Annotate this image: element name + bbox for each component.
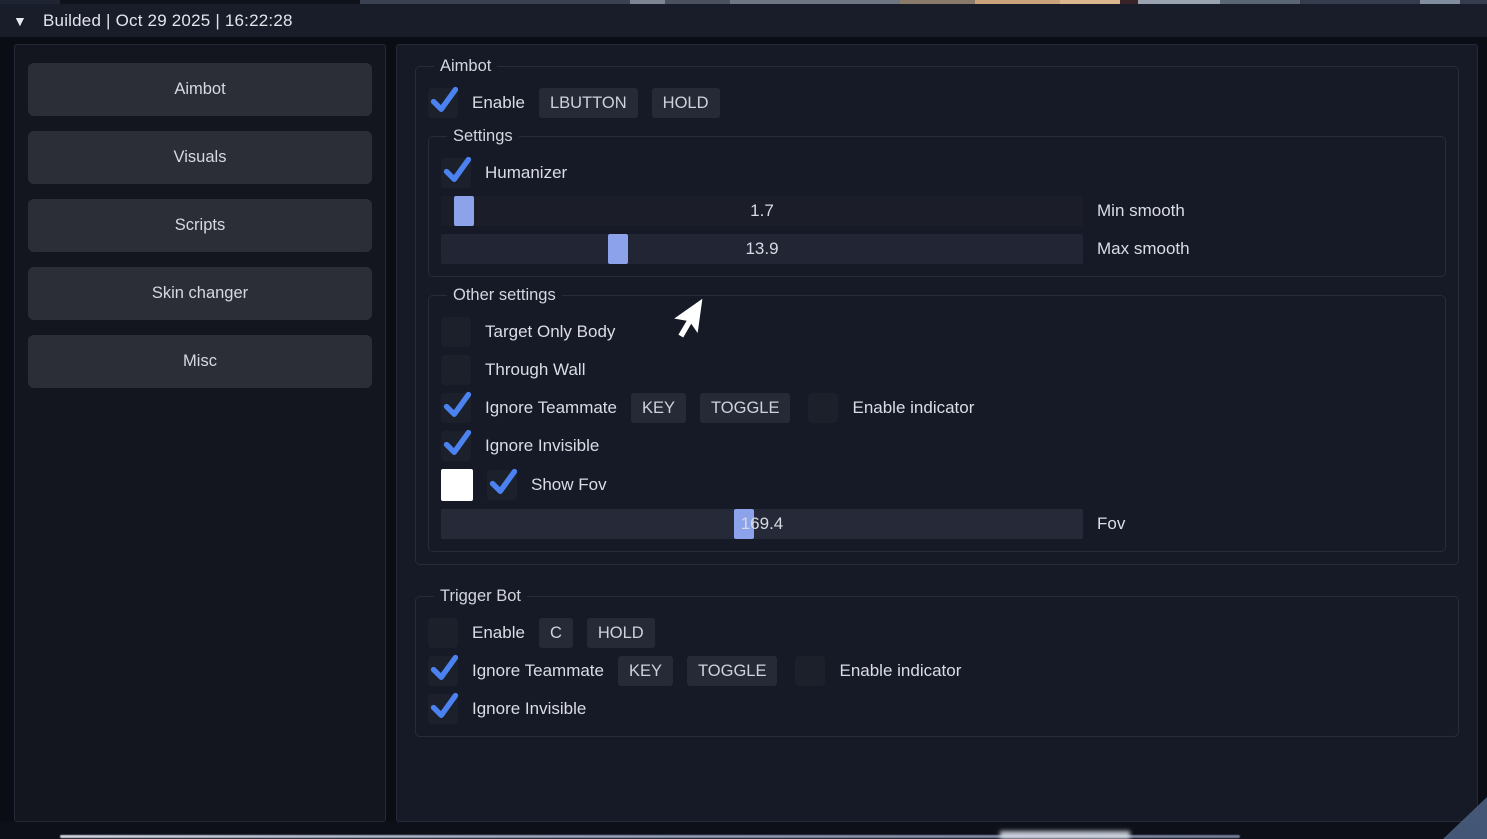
humanizer-checkbox[interactable] xyxy=(441,158,471,188)
through-wall-row: Through Wall xyxy=(441,355,1433,385)
trigger-enable-checkbox[interactable] xyxy=(428,618,458,648)
aimbot-group: Aimbot Enable LBUTTON HOLD Settings Huma… xyxy=(415,57,1459,565)
check-icon xyxy=(427,689,462,724)
aimbot-enable-row: Enable LBUTTON HOLD xyxy=(428,88,1446,118)
fov-label: Fov xyxy=(1083,514,1433,534)
max-smooth-slider[interactable]: 13.9 xyxy=(441,234,1083,264)
settings-group: Settings Humanizer 1.7 Min smooth xyxy=(428,127,1446,277)
aimbot-group-title: Aimbot xyxy=(434,57,497,76)
max-smooth-row: 13.9 Max smooth xyxy=(441,234,1433,264)
check-icon xyxy=(440,153,475,188)
other-settings-group-title: Other settings xyxy=(447,286,562,305)
humanizer-row: Humanizer xyxy=(441,158,1433,188)
show-fov-row: Show Fov xyxy=(441,469,1433,501)
fov-row: 169.4 Fov xyxy=(441,509,1433,539)
aimbot-ignore-teammate-checkbox[interactable] xyxy=(441,393,471,423)
sidebar-item-misc[interactable]: Misc xyxy=(28,335,372,388)
trigger-bot-group: Trigger Bot Enable C HOLD Ignore Teammat… xyxy=(415,587,1459,737)
aimbot-keybind-button[interactable]: LBUTTON xyxy=(539,88,638,118)
check-icon xyxy=(427,651,462,686)
check-icon xyxy=(427,83,462,118)
trigger-keybind-button[interactable]: C xyxy=(539,618,573,648)
min-smooth-label: Min smooth xyxy=(1083,201,1433,221)
target-only-body-label: Target Only Body xyxy=(485,322,615,342)
show-fov-checkbox[interactable] xyxy=(487,470,517,500)
fov-value: 169.4 xyxy=(441,509,1083,539)
min-smooth-value: 1.7 xyxy=(441,196,1083,226)
window-title: Builded | Oct 29 2025 | 16:22:28 xyxy=(43,11,293,31)
trigger-enable-row: Enable C HOLD xyxy=(428,618,1446,648)
aimbot-enable-checkbox[interactable] xyxy=(428,88,458,118)
target-only-body-row: Target Only Body xyxy=(441,317,1433,347)
fov-color-swatch[interactable] xyxy=(441,469,473,501)
trigger-ignore-teammate-row: Ignore Teammate KEY TOGGLE Enable indica… xyxy=(428,656,1446,686)
humanizer-label: Humanizer xyxy=(485,163,567,183)
aimbot-ignore-invisible-checkbox[interactable] xyxy=(441,431,471,461)
through-wall-checkbox[interactable] xyxy=(441,355,471,385)
settings-group-title: Settings xyxy=(447,127,519,146)
min-smooth-row: 1.7 Min smooth xyxy=(441,196,1433,226)
aimbot-enable-label: Enable xyxy=(472,93,525,113)
max-smooth-value: 13.9 xyxy=(441,234,1083,264)
aimbot-ignore-invisible-label: Ignore Invisible xyxy=(485,436,599,456)
sidebar-item-visuals[interactable]: Visuals xyxy=(28,131,372,184)
sidebar-item-aimbot[interactable]: Aimbot xyxy=(28,63,372,116)
aimbot-keymode-button[interactable]: HOLD xyxy=(652,88,720,118)
collapse-triangle-icon[interactable]: ▼ xyxy=(13,13,43,29)
game-background-text-blur xyxy=(1000,831,1130,839)
game-background-corner-shape xyxy=(1443,797,1487,839)
max-smooth-label: Max smooth xyxy=(1083,239,1433,259)
sidebar: Aimbot Visuals Scripts Skin changer Misc xyxy=(14,44,386,822)
menu-window: Aimbot Visuals Scripts Skin changer Misc… xyxy=(14,44,1478,822)
aimbot-enable-indicator-label: Enable indicator xyxy=(852,398,974,418)
check-icon xyxy=(486,465,521,500)
aimbot-ignore-teammate-label: Ignore Teammate xyxy=(485,398,617,418)
show-fov-label: Show Fov xyxy=(531,475,607,495)
trigger-keymode-button[interactable]: HOLD xyxy=(587,618,655,648)
fov-slider[interactable]: 169.4 xyxy=(441,509,1083,539)
aimbot-ignore-teammate-keybind-button[interactable]: KEY xyxy=(631,393,686,423)
aimbot-ignore-invisible-row: Ignore Invisible xyxy=(441,431,1433,461)
trigger-ignore-teammate-label: Ignore Teammate xyxy=(472,661,604,681)
trigger-ignore-teammate-checkbox[interactable] xyxy=(428,656,458,686)
trigger-bot-group-title: Trigger Bot xyxy=(434,587,527,606)
sidebar-item-skin-changer[interactable]: Skin changer xyxy=(28,267,372,320)
trigger-ignore-invisible-checkbox[interactable] xyxy=(428,694,458,724)
trigger-ignore-invisible-label: Ignore Invisible xyxy=(472,699,586,719)
other-settings-group: Other settings Target Only Body Through … xyxy=(428,286,1446,552)
main-panel: Aimbot Enable LBUTTON HOLD Settings Huma… xyxy=(396,44,1478,822)
trigger-enable-indicator-checkbox[interactable] xyxy=(795,656,825,686)
check-icon xyxy=(440,426,475,461)
through-wall-label: Through Wall xyxy=(485,360,585,380)
trigger-enable-label: Enable xyxy=(472,623,525,643)
target-only-body-checkbox[interactable] xyxy=(441,317,471,347)
aimbot-enable-indicator-checkbox[interactable] xyxy=(808,393,838,423)
aimbot-ignore-teammate-row: Ignore Teammate KEY TOGGLE Enable indica… xyxy=(441,393,1433,423)
game-background-bottom-edge xyxy=(0,822,1487,839)
aimbot-ignore-teammate-keymode-button[interactable]: TOGGLE xyxy=(700,393,790,423)
sidebar-item-scripts[interactable]: Scripts xyxy=(28,199,372,252)
trigger-ignore-teammate-keymode-button[interactable]: TOGGLE xyxy=(687,656,777,686)
titlebar: ▼ Builded | Oct 29 2025 | 16:22:28 xyxy=(0,4,1487,37)
min-smooth-slider[interactable]: 1.7 xyxy=(441,196,1083,226)
trigger-ignore-invisible-row: Ignore Invisible xyxy=(428,694,1446,724)
trigger-enable-indicator-label: Enable indicator xyxy=(839,661,961,681)
check-icon xyxy=(440,388,475,423)
trigger-ignore-teammate-keybind-button[interactable]: KEY xyxy=(618,656,673,686)
